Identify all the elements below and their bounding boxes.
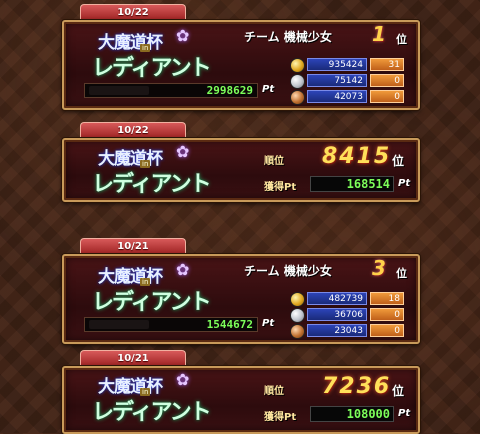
- team-points-value: 1544672: [206, 318, 253, 331]
- bronze-medal-count: 0: [370, 90, 404, 103]
- gold-medal-count: 18: [370, 292, 404, 305]
- team-label: チーム: [244, 30, 280, 44]
- points-unit: Pt: [398, 178, 411, 189]
- silver-medal-value: 36706: [307, 308, 367, 321]
- flower-icon: ✿: [176, 370, 190, 389]
- gold-medal-value: 935424: [307, 58, 367, 71]
- points-unit: Pt: [262, 318, 275, 329]
- gold-medal-row: 482739 18: [290, 292, 410, 307]
- masked-name: [89, 320, 149, 329]
- acquired-label: 獲得Pt: [264, 412, 297, 423]
- individual-rank: 8415: [322, 144, 392, 169]
- logo-subtitle: レディアント: [92, 171, 212, 197]
- acquired-points-value: 108000: [346, 407, 390, 421]
- card-panel: 大魔道杯 in レディアント ✿ チーム 機械少女 1 位 935424 31 …: [62, 20, 420, 110]
- points-unit: Pt: [262, 84, 275, 95]
- team-name-value: 機械少女: [283, 30, 332, 44]
- silver-medal-count: 0: [370, 308, 404, 321]
- flower-icon: ✿: [176, 26, 190, 45]
- silver-medal-row: 75142 0: [290, 74, 410, 89]
- silver-medal-value: 75142: [307, 74, 367, 87]
- date-tab: 10/21: [80, 238, 186, 255]
- team-label: チーム: [244, 264, 280, 278]
- team-name: チーム 機械少女: [244, 262, 332, 279]
- gold-medal-icon: [290, 292, 305, 307]
- event-logo: 大魔道杯 in レディアント ✿: [84, 370, 214, 428]
- individual-rank: 7236: [322, 374, 392, 399]
- date-tab: 10/22: [80, 4, 186, 21]
- team-result-card-1021[interactable]: 10/21 大魔道杯 in レディアント ✿ チーム 機械少女 3 位 4827…: [62, 238, 420, 344]
- rank-label: 順位: [264, 386, 284, 397]
- gold-medal-count: 31: [370, 58, 404, 71]
- flower-icon: ✿: [176, 142, 190, 161]
- bronze-medal-icon: [290, 324, 305, 339]
- card-panel: 大魔道杯 in レディアント ✿ 順位 8415 位 獲得Pt 168514 P…: [62, 138, 420, 202]
- event-logo: 大魔道杯 in レディアント ✿: [84, 142, 214, 200]
- team-points-bar: 2998629: [84, 83, 258, 98]
- masked-name: [89, 86, 149, 95]
- rank-suffix: 位: [396, 267, 407, 280]
- bronze-medal-value: 42073: [307, 90, 367, 103]
- logo-subtitle: レディアント: [92, 289, 212, 315]
- team-points-value: 2998629: [206, 84, 253, 97]
- event-logo: 大魔道杯 in レディアント ✿: [84, 260, 214, 318]
- rank-suffix: 位: [392, 384, 405, 398]
- card-panel: 大魔道杯 in レディアント ✿ 順位 7236 位 獲得Pt 108000 P…: [62, 366, 420, 434]
- acquired-label: 獲得Pt: [264, 182, 297, 193]
- logo-subtitle: レディアント: [92, 55, 212, 81]
- rank-label: 順位: [264, 156, 284, 167]
- silver-medal-count: 0: [370, 74, 404, 87]
- team-name-value: 機械少女: [283, 264, 332, 278]
- team-rank: 3: [372, 256, 386, 280]
- flower-icon: ✿: [176, 260, 190, 279]
- gold-medal-row: 935424 31: [290, 58, 410, 73]
- date-tab: 10/22: [80, 122, 186, 139]
- acquired-points-box: 108000: [310, 406, 394, 422]
- acquired-points-value: 168514: [346, 177, 390, 191]
- acquired-points-box: 168514: [310, 176, 394, 192]
- silver-medal-row: 36706 0: [290, 308, 410, 323]
- team-points-bar: 1544672: [84, 317, 258, 332]
- silver-medal-icon: [290, 308, 305, 323]
- rank-suffix: 位: [392, 154, 405, 168]
- team-result-card-1022[interactable]: 10/22 大魔道杯 in レディアント ✿ チーム 機械少女 1 位 9354…: [62, 4, 420, 110]
- bronze-medal-count: 0: [370, 324, 404, 337]
- points-unit: Pt: [398, 408, 411, 419]
- silver-medal-icon: [290, 74, 305, 89]
- individual-result-card-1022[interactable]: 10/22 大魔道杯 in レディアント ✿ 順位 8415 位 獲得Pt 16…: [62, 122, 420, 204]
- date-tab: 10/21: [80, 350, 186, 367]
- event-logo: 大魔道杯 in レディアント ✿: [84, 26, 214, 84]
- team-rank: 1: [372, 22, 386, 46]
- individual-result-card-1021[interactable]: 10/21 大魔道杯 in レディアント ✿ 順位 7236 位 獲得Pt 10…: [62, 350, 420, 434]
- gold-medal-icon: [290, 58, 305, 73]
- bronze-medal-value: 23043: [307, 324, 367, 337]
- team-name: チーム 機械少女: [244, 28, 332, 45]
- gold-medal-value: 482739: [307, 292, 367, 305]
- bronze-medal-icon: [290, 90, 305, 105]
- bronze-medal-row: 42073 0: [290, 90, 410, 105]
- card-panel: 大魔道杯 in レディアント ✿ チーム 機械少女 3 位 482739 18 …: [62, 254, 420, 344]
- rank-suffix: 位: [396, 33, 407, 46]
- bronze-medal-row: 23043 0: [290, 324, 410, 339]
- logo-subtitle: レディアント: [92, 399, 212, 425]
